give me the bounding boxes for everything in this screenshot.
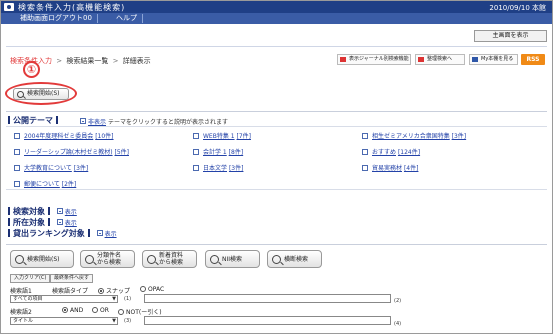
journal-search-button[interactable]: 表示ジャーナル別検索機能 <box>337 54 411 65</box>
rss-button[interactable]: RSS <box>521 54 545 65</box>
toggle-icon <box>80 118 86 124</box>
annotation-number: ① <box>23 61 40 78</box>
ranking-target-row: 貸出ランキング対象 表示 <box>8 228 117 239</box>
location-target-show[interactable]: 表示 <box>56 219 77 227</box>
type-radio-snap[interactable]: スナップ <box>98 286 130 295</box>
nii-search-button[interactable]: NII検索 <box>205 250 260 268</box>
theme-list: 2004年度理科ゼミ委員会 [10件] WEB特集 1 [7件] 相生ゼミアメリ… <box>6 126 547 190</box>
app-title: 検索条件入力(高機能検索) <box>18 3 126 12</box>
theme-checkbox[interactable] <box>193 165 199 171</box>
field2-select[interactable]: タイトル <box>10 317 118 325</box>
radio-icon <box>62 307 68 313</box>
theme-checkbox[interactable] <box>362 165 368 171</box>
public-theme-heading: 公開テーマ <box>8 115 61 126</box>
clear-input-button[interactable]: 入力クリア(C) <box>10 274 51 283</box>
theme-item[interactable]: 2004年度理科ゼミ委員会 [10件] <box>14 131 114 140</box>
search-target-show[interactable]: 表示 <box>56 208 77 216</box>
magnifier-icon <box>210 255 219 264</box>
keyword1-label: 検索語1 <box>10 288 32 295</box>
theme-checkbox[interactable] <box>14 165 20 171</box>
theme-item[interactable]: 相生ゼミアメリカ合衆国特集 [3件] <box>362 131 466 140</box>
journal-icon <box>340 57 346 62</box>
theme-item[interactable]: 会計学 1 [8件] <box>193 147 243 156</box>
my-bookshelf-button[interactable]: My本棚を見る <box>469 54 518 65</box>
theme-item[interactable]: 郵便について [2件] <box>14 179 76 188</box>
search-target-row: 検索対象 表示 <box>8 206 77 217</box>
classification-search-button[interactable]: 分類件名 から検索 <box>80 250 135 268</box>
keyword-type-label: 検索語タイプ <box>52 288 89 295</box>
magnifier-icon <box>272 255 281 264</box>
divider <box>6 46 547 47</box>
logic-radio-or[interactable]: OR <box>92 307 109 314</box>
theme-hint: テーマをクリックすると説明が表示されます <box>108 119 229 126</box>
cross-search-button[interactable]: 横断検索 <box>267 250 322 268</box>
title-bar: 検索条件入力(高機能検索) 2010/09/10 本館 <box>1 1 552 13</box>
divider <box>6 111 547 112</box>
logic-radio-not[interactable]: NOT(ー引く) <box>118 307 162 316</box>
date-location: 2010/09/10 本館 <box>489 4 546 12</box>
arrange-icon <box>418 57 424 62</box>
magnifier-icon <box>17 91 24 98</box>
magnifier-icon <box>147 255 156 264</box>
search-start-button-top[interactable]: 検索開始(S) <box>13 88 69 100</box>
theme-checkbox[interactable] <box>362 133 368 139</box>
keyword1-input[interactable] <box>144 294 391 303</box>
toggle-icon <box>56 208 63 214</box>
breadcrumb-detail[interactable]: 詳細表示 <box>123 57 151 65</box>
new-arrivals-search-button[interactable]: 新着資料 から検索 <box>142 250 197 268</box>
theme-item[interactable]: おすすめ [124件] <box>362 147 420 156</box>
menu-logout[interactable]: 補助画面ログアウト00 <box>15 14 98 23</box>
menu-help[interactable]: ヘルプ <box>111 14 143 23</box>
main-screen-button[interactable]: 主画面を表示 <box>474 30 547 42</box>
breadcrumb-results[interactable]: 検索結果一覧 <box>66 57 108 65</box>
magnifier-icon <box>85 255 94 264</box>
theme-checkbox[interactable] <box>14 133 20 139</box>
paren-2: (2) <box>394 298 402 304</box>
app-icon <box>4 3 14 11</box>
magnifier-icon <box>15 255 24 264</box>
theme-item[interactable]: WEB特集 1 [7件] <box>193 131 251 140</box>
location-target-row: 所在対象 表示 <box>8 217 77 228</box>
logic-radio-and[interactable]: AND <box>62 307 83 314</box>
paren-4: (4) <box>394 321 402 327</box>
menu-bar: 補助画面ログアウト00 ヘルプ <box>1 13 552 24</box>
theme-item[interactable]: 日本文学 [3件] <box>193 163 243 172</box>
paren-3: (3) <box>124 318 132 324</box>
type-radio-opac[interactable]: OPAC <box>140 286 164 293</box>
field1-select[interactable]: すべての項目 <box>10 295 118 303</box>
radio-icon <box>140 286 146 292</box>
radio-icon <box>98 288 104 294</box>
theme-item[interactable]: 大学教育について [3件] <box>14 163 88 172</box>
theme-hide-link[interactable]: 非表示 <box>80 117 106 126</box>
theme-item[interactable]: リーダーシップ論(木村ゼミ教材) [5件] <box>14 147 129 156</box>
ranking-target-show[interactable]: 表示 <box>96 230 117 238</box>
theme-checkbox[interactable] <box>193 133 199 139</box>
toggle-icon <box>96 230 103 236</box>
paren-1: (1) <box>124 296 132 302</box>
bookshelf-icon <box>472 57 478 62</box>
theme-checkbox[interactable] <box>362 149 368 155</box>
arrange-search-button[interactable]: 整理検索へ <box>415 54 465 65</box>
keyword2-label: 検索語2 <box>10 309 32 316</box>
toggle-icon <box>56 219 63 225</box>
theme-item[interactable]: 貿易実務材 [4件] <box>362 163 418 172</box>
radio-icon <box>92 307 98 313</box>
theme-checkbox[interactable] <box>193 149 199 155</box>
theme-checkbox[interactable] <box>14 181 20 187</box>
theme-checkbox[interactable] <box>14 149 20 155</box>
restore-last-condition-button[interactable]: 最終条件へ戻す <box>50 274 94 283</box>
radio-icon <box>118 309 124 315</box>
divider <box>6 244 547 245</box>
search-start-button[interactable]: 検索開始(S) <box>10 250 74 268</box>
keyword2-input[interactable] <box>144 316 391 325</box>
